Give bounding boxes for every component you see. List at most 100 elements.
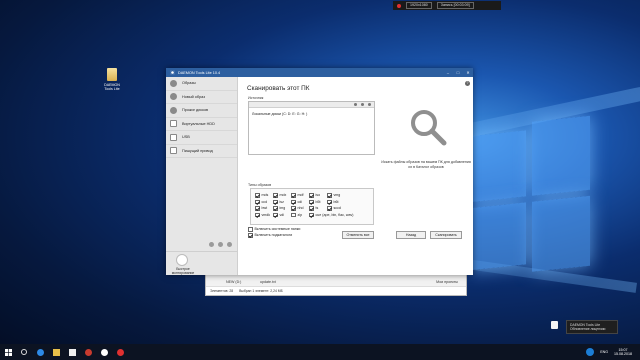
help-circle-icon[interactable]: ?: [465, 81, 470, 86]
scan-hint: Искать файлы образов на вашем ПК для доб…: [381, 160, 471, 169]
sidebar: Образы Новый образ Прожиг дисков Виртуал…: [166, 77, 238, 275]
image-type-checkbox[interactable]: vdi: [273, 212, 291, 219]
plus-disc-icon: [170, 93, 177, 101]
taskbar-store[interactable]: [64, 344, 80, 360]
disc-icon: [170, 79, 177, 87]
toast-message: Обновление лицензии: [570, 327, 606, 332]
page-title: Сканировать этот ПК: [247, 85, 310, 92]
checkbox-box: [309, 212, 314, 217]
checkbox-box: [309, 193, 314, 198]
tray-daemon-icon[interactable]: [586, 348, 595, 356]
checkbox-label: Включить системные папки: [254, 227, 301, 232]
windows-wallpaper-logo: [470, 115, 590, 277]
daemon-tools-window: DAEMON Tools Lite 10.4 – □ ✕ Образы Новы…: [166, 68, 473, 275]
image-type-label: sccd: [333, 206, 341, 211]
taskbar-edge[interactable]: [32, 344, 48, 360]
checkbox-box: [291, 193, 296, 198]
checkbox-box: [273, 199, 278, 204]
sidebar-item-burn[interactable]: Прожиг дисков: [166, 104, 237, 118]
checkbox-box: [327, 206, 332, 211]
clear-source-icon[interactable]: [368, 103, 371, 106]
tray-usb-icon[interactable]: [551, 321, 558, 329]
sidebar-item-label: Образы: [182, 81, 196, 86]
image-type-label: bwt: [261, 206, 268, 211]
recorder-resolution[interactable]: 1920x1080: [406, 2, 432, 9]
cancel-all-button[interactable]: Отменить все: [342, 231, 374, 239]
image-type-label: zip: [297, 212, 303, 217]
search-icon: [411, 110, 447, 146]
recorder-status[interactable]: Запись [00:03:09]: [436, 2, 474, 9]
language-indicator[interactable]: ENG: [600, 350, 608, 354]
window-titlebar[interactable]: DAEMON Tools Lite 10.4 – □ ✕: [166, 68, 473, 77]
sidebar-item-usb[interactable]: USB: [166, 131, 237, 145]
image-type-label: nhd: [297, 206, 304, 211]
add-source-icon[interactable]: [354, 103, 357, 106]
source-list[interactable]: Локальные диски (C: D: E: G: H: ): [248, 101, 375, 155]
sidebar-item-new-image[interactable]: Новый образ: [166, 91, 237, 104]
start-button[interactable]: [0, 344, 16, 360]
image-type-checkbox[interactable]: cue (ape, bin, flac, wav): [309, 212, 353, 219]
image-types-label: Типы образов: [248, 183, 272, 187]
taskbar-daemon[interactable]: [96, 344, 112, 360]
checkbox-box: [255, 206, 260, 211]
sidebar-item-label: USB: [182, 135, 190, 140]
explorer-row-name: NEW (D:): [226, 279, 242, 284]
app-icon: [84, 348, 92, 356]
screen-recorder-bar: 1920x1080 Запись [00:03:09]: [393, 1, 501, 10]
taskbar-app[interactable]: [80, 344, 96, 360]
minimize-icon[interactable]: –: [443, 68, 453, 77]
clock[interactable]: 15:07 15.08.2018: [614, 348, 632, 356]
folder-icon: [52, 348, 60, 356]
close-icon[interactable]: ✕: [463, 68, 473, 77]
daemon-icon: [100, 348, 108, 356]
taskbar-recorder[interactable]: [112, 344, 128, 360]
settings-icon[interactable]: [209, 242, 214, 247]
checkbox-box: [273, 206, 278, 211]
include-system-folders-checkbox[interactable]: Включить системные папки: [248, 227, 300, 232]
checkbox-box: [327, 199, 332, 204]
taskbar-explorer[interactable]: [48, 344, 64, 360]
desktop-shortcut-daemon[interactable]: DAEMON Tools Lite: [100, 68, 124, 92]
scan-button[interactable]: Сканировать: [430, 231, 462, 239]
taskbar-search[interactable]: [16, 344, 32, 360]
checkbox-box: [255, 193, 260, 198]
image-type-label: mds: [261, 193, 269, 198]
gear-icon[interactable]: [218, 242, 223, 247]
include-subfolders-checkbox[interactable]: Включить подкаталоги: [248, 233, 292, 238]
maximize-icon[interactable]: □: [453, 68, 463, 77]
checkbox-label: Включить подкаталоги: [254, 233, 293, 238]
quick-mount-disc-icon: [176, 254, 188, 266]
sidebar-item-virtual-hdd[interactable]: Виртуальные HDD: [166, 118, 237, 131]
checkbox-box: [309, 199, 314, 204]
remove-source-icon[interactable]: [361, 103, 364, 106]
search-icon: [21, 349, 27, 355]
explorer-status-bar: Элементов: 28 Выбран 1 элемент: 2,24 МБ: [206, 286, 466, 295]
image-type-label: vdi: [279, 212, 285, 217]
explorer-row-extra: Мои проекты: [436, 279, 458, 284]
image-type-checkbox[interactable]: sccd: [327, 205, 367, 212]
source-toolbar: [249, 102, 374, 108]
hdd-icon: [170, 120, 177, 128]
daemon-toast[interactable]: DAEMON Tools Lite Обновление лицензии: [566, 320, 618, 334]
checkbox-box: [248, 227, 253, 232]
source-item[interactable]: Локальные диски (C: D: E: G: H: ): [252, 112, 307, 116]
image-type-label: iso: [315, 193, 321, 198]
explorer-row-file: update.txt: [260, 279, 276, 284]
checkbox-box: [291, 206, 296, 211]
sidebar-item-writer-drive[interactable]: Пишущий привод: [166, 145, 237, 158]
quick-mount-label: Быстрое монтирование: [171, 267, 195, 275]
windows-icon: [4, 348, 12, 356]
system-tray: ENG 15:07 15.08.2018: [586, 344, 640, 360]
checkbox-box: [248, 233, 253, 238]
explorer-selection: Выбран 1 элемент: 2,24 МБ: [239, 289, 283, 293]
back-button[interactable]: Назад: [396, 231, 426, 239]
image-type-checkbox[interactable]: zip: [291, 212, 309, 219]
sidebar-item-images[interactable]: Образы: [166, 77, 237, 91]
help-icon[interactable]: [227, 242, 232, 247]
drive-icon: [170, 147, 177, 155]
image-type-checkbox[interactable]: vmdk: [255, 212, 273, 219]
explorer-row[interactable]: NEW (D:) update.txt Мои проекты: [206, 277, 466, 286]
image-type-label: isz: [279, 199, 284, 204]
quick-mount[interactable]: Быстрое монтирование: [166, 251, 237, 275]
image-type-label: vmdk: [261, 212, 271, 217]
